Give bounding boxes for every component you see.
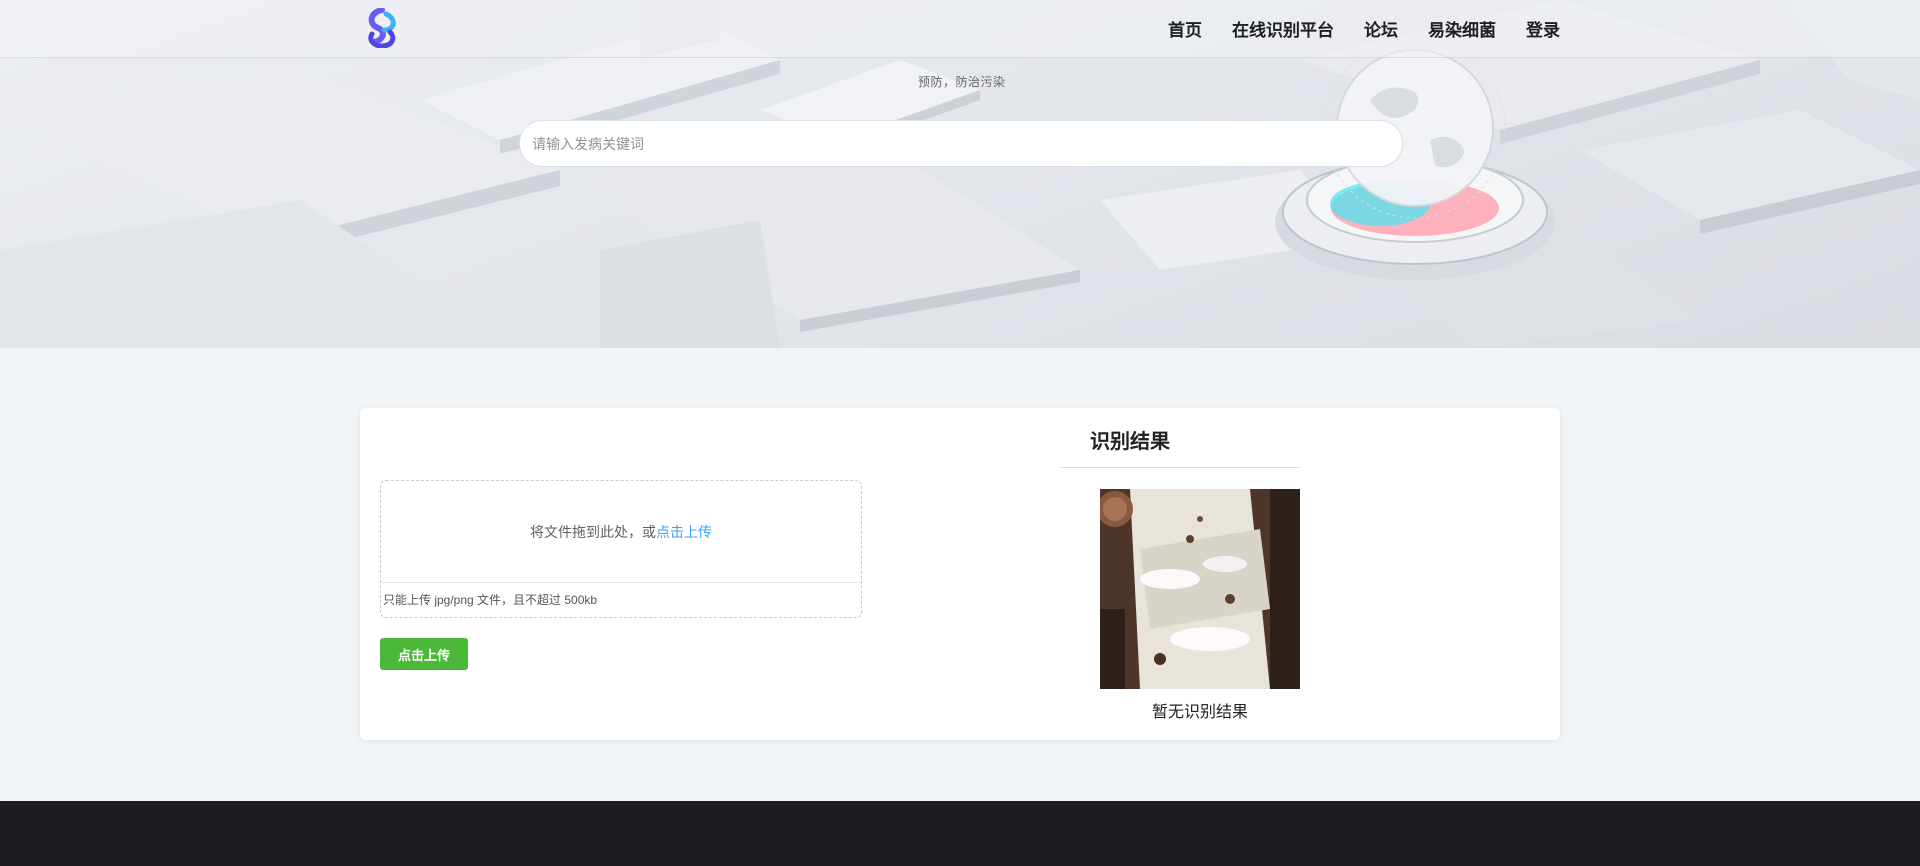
nav-online-recognition[interactable]: 在线识别平台: [1232, 16, 1334, 41]
upload-button[interactable]: 点击上传: [380, 638, 468, 670]
mushroom-photo: [1100, 489, 1300, 689]
result-empty-text: 暂无识别结果: [1151, 704, 1248, 721]
nav-forum[interactable]: 论坛: [1364, 16, 1398, 41]
nav-login[interactable]: 登录: [1526, 16, 1560, 41]
hero-banner: 首页 在线识别平台 论坛 易染细菌 登录 预防，防治污染: [0, 0, 1920, 348]
dropzone-upload-link[interactable]: 点击上传: [656, 522, 712, 542]
hero-slogan: 预防，防治污染: [918, 75, 1006, 89]
result-title: 识别结果: [1090, 431, 1170, 453]
main-nav: 首页 在线识别平台 论坛 易染细菌 登录: [1168, 0, 1560, 56]
search-input[interactable]: [519, 120, 1403, 167]
result-divider: [1060, 467, 1300, 468]
nav-bacteria[interactable]: 易染细菌: [1428, 16, 1496, 41]
upload-area: 将文件拖到此处，或 点击上传 只能上传 jpg/png 文件，且不超过 500kb: [380, 480, 862, 618]
recognition-card: 将文件拖到此处，或 点击上传 只能上传 jpg/png 文件，且不超过 500kb…: [360, 408, 1560, 740]
page-footer: [0, 801, 1920, 866]
dropzone-text: 将文件拖到此处，或: [530, 523, 656, 540]
top-navbar: 首页 在线识别平台 论坛 易染细菌 登录: [0, 0, 1920, 58]
logo-icon[interactable]: [362, 8, 400, 48]
nav-home[interactable]: 首页: [1168, 16, 1202, 41]
upload-tip: 只能上传 jpg/png 文件，且不超过 500kb: [383, 593, 598, 607]
upload-dropzone[interactable]: 将文件拖到此处，或 点击上传: [381, 481, 861, 583]
